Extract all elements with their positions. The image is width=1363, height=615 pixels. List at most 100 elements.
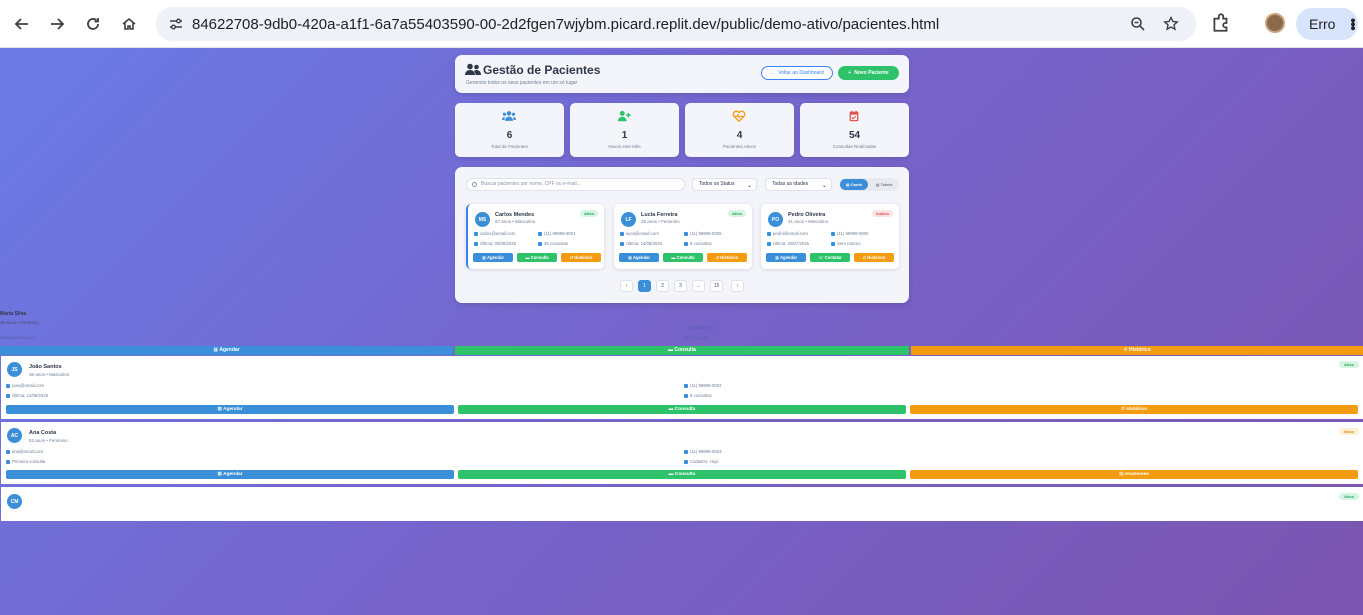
schedule-button[interactable]: ▦ Agendar <box>0 346 453 355</box>
stat-value: 54 <box>848 130 861 141</box>
schedule-button[interactable]: ▦ Agendar <box>619 253 659 262</box>
envelope-icon <box>474 231 478 236</box>
age-filter-select[interactable]: Todas as idades ⌄ <box>765 178 832 191</box>
zoom-icon[interactable] <box>1128 14 1148 34</box>
page-1-button[interactable]: 1 <box>638 280 651 292</box>
stat-label: Novos este Mês <box>608 144 641 149</box>
stray-patient-name: Maria Silva <box>0 311 27 317</box>
view-toggle: ▦ Cards ▤ Tabela <box>839 178 899 191</box>
page-next-button[interactable]: › <box>731 280 744 292</box>
patient-card-wide[interactable]: AC Ana Costa 52 anos • Feminino Novo ana… <box>1 422 1363 484</box>
patient-card[interactable]: LF Lucia Ferreira 29 anos • Feminino Ati… <box>614 204 752 269</box>
schedule-label: Agendar <box>486 255 504 260</box>
profile-error-button[interactable]: Erro ••• <box>1296 8 1361 40</box>
patient-email: pedro@email.com <box>773 231 808 236</box>
page-background: Gestão de Pacientes Gerencie todos os se… <box>0 48 1363 615</box>
view-table-button[interactable]: ▤ Tabela <box>871 179 897 190</box>
envelope-icon <box>767 231 771 236</box>
stat-new-this-month: 1 Novos este Mês <box>570 103 679 157</box>
consult-label: Consulta <box>530 255 549 260</box>
contact-button[interactable]: ☏ Contatar <box>810 253 850 262</box>
stray-patient-phone: (11) 99999-0001 <box>684 325 716 330</box>
history-button[interactable]: ↺ Histórico <box>707 253 747 262</box>
schedule-label: Agendar <box>779 255 797 260</box>
patient-name: Carlos Mendes <box>495 212 535 218</box>
search-icon <box>472 182 477 187</box>
schedule-button[interactable]: ▦ Agendar <box>766 253 806 262</box>
page-prev-button[interactable]: ‹ <box>620 280 633 292</box>
chevron-down-icon: ⌄ <box>821 183 827 189</box>
patient-card[interactable]: MS Carlos Mendes 67 anos • Masculino Ati… <box>466 204 604 269</box>
calendar-icon <box>767 241 771 246</box>
patient-email: carlos@email.com <box>480 231 516 236</box>
home-icon[interactable] <box>115 10 143 38</box>
forward-icon[interactable] <box>43 10 71 38</box>
stethoscope-icon <box>684 241 688 246</box>
stat-label: Total de Pacientes <box>491 144 528 149</box>
reload-icon[interactable] <box>79 10 107 38</box>
patient-email: lucia@email.com <box>626 231 659 236</box>
consult-button[interactable]: ▬ Consulta <box>663 253 703 262</box>
history-button[interactable]: ↺ Histórico <box>910 405 1358 414</box>
view-cards-button[interactable]: ▦ Cards <box>840 179 868 190</box>
status-filter-select[interactable]: Todos os Status ⌄ <box>692 178 757 191</box>
back-to-dashboard-button[interactable]: ← Voltar ao Dashboard <box>761 66 833 80</box>
user-plus-icon <box>684 459 688 464</box>
back-icon[interactable] <box>8 10 36 38</box>
user-plus-icon: + <box>848 70 852 76</box>
site-settings-icon[interactable] <box>168 16 184 32</box>
status-badge: Ativo <box>580 210 598 217</box>
search-input[interactable]: Buscar pacientes por nome, CPF ou e-mail… <box>466 178 685 191</box>
history-button[interactable]: ↺ Histórico <box>561 253 601 262</box>
consult-label: Consulta <box>674 472 696 477</box>
history-button[interactable]: ↺ Histórico <box>911 346 1363 355</box>
users-icon <box>465 63 481 75</box>
patient-card-wide[interactable]: JS João Santos 38 anos • Masculino Ativo… <box>1 356 1363 419</box>
consult-button[interactable]: ▬ Consulta <box>455 346 909 355</box>
anamnesis-button[interactable]: ▤ Anamnese <box>910 470 1358 479</box>
patient-card[interactable]: PO Pedro Oliveira 41 anos • Masculino In… <box>761 204 899 269</box>
bookmark-star-icon[interactable] <box>1161 14 1181 34</box>
heartbeat-icon <box>732 110 746 122</box>
patient-avatar: PO <box>768 212 783 227</box>
schedule-button[interactable]: ▦ Agendar <box>6 405 454 414</box>
stat-label: Pacientes Ativos <box>722 144 757 149</box>
status-badge: Ativo <box>1339 361 1359 368</box>
patient-last-visit: Última: 05/08/2025 <box>480 241 517 246</box>
calendar-icon <box>6 393 10 398</box>
user-plus-icon <box>617 110 631 122</box>
consult-button[interactable]: ▬ Consulta <box>458 405 906 414</box>
page-header: Gestão de Pacientes Gerencie todos os se… <box>455 55 909 93</box>
patient-name: Pedro Oliveira <box>788 212 826 218</box>
consult-label: Consulta <box>676 255 695 260</box>
chevron-down-icon: ⌄ <box>746 183 752 189</box>
consult-button[interactable]: ▬ Consulta <box>517 253 557 262</box>
arrow-left-icon: ← <box>770 70 776 76</box>
stray-patient-count: 12 consultas <box>684 335 709 340</box>
phone-icon <box>684 383 688 388</box>
consult-button[interactable]: ▬ Consulta <box>458 470 906 479</box>
history-button[interactable]: ↺ Histórico <box>854 253 894 262</box>
url-text[interactable]: 84622708-9db0-420a-a1f1-6a7a55403590-00-… <box>192 16 939 33</box>
stat-value: 4 <box>736 130 743 141</box>
calendar-check-icon <box>849 110 859 122</box>
extensions-icon[interactable] <box>1210 12 1232 34</box>
patient-email: joao@email.com <box>12 383 45 388</box>
patient-meta: 41 anos • Masculino <box>788 219 829 224</box>
address-bar[interactable]: 84622708-9db0-420a-a1f1-6a7a55403590-00-… <box>156 7 1196 41</box>
new-patient-button[interactable]: + Novo Paciente <box>838 66 899 80</box>
schedule-button[interactable]: ▦ Agendar <box>6 470 454 479</box>
more-menu-icon[interactable]: ••• <box>1345 18 1361 30</box>
profile-avatar[interactable] <box>1265 13 1285 33</box>
page-15-button[interactable]: 15 <box>710 280 723 292</box>
users-icon <box>502 111 516 121</box>
stat-active-patients: 4 Pacientes Ativos <box>685 103 794 157</box>
patient-meta: 67 anos • Masculino <box>495 219 536 224</box>
page-2-button[interactable]: 2 <box>656 280 669 292</box>
calendar-icon <box>620 241 624 246</box>
history-label: Histórico <box>720 255 739 260</box>
schedule-button[interactable]: ▦ Agendar <box>473 253 513 262</box>
view-table-label: Tabela <box>880 182 893 187</box>
page-3-button[interactable]: 3 <box>674 280 687 292</box>
patient-card-wide[interactable]: CM Ativo <box>1 487 1363 521</box>
